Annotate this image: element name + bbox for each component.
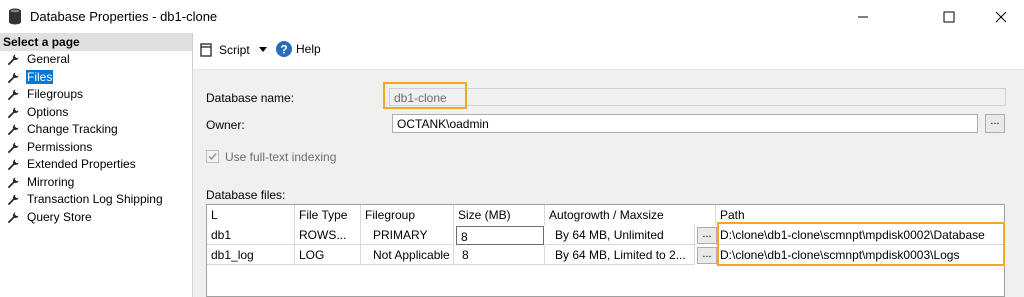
files-page: Database name: db1-clone Owner: OCTANK\o…: [193, 70, 1024, 297]
database-name-label: Database name:: [206, 91, 295, 105]
sidebar-item-label: Query Store: [27, 209, 92, 224]
owner-value: OCTANK\oadmin: [397, 117, 489, 131]
help-label: Help: [296, 42, 321, 56]
sidebar-item-label: Mirroring: [27, 174, 75, 189]
sidebar-item-general[interactable]: General: [0, 51, 192, 69]
cell-size[interactable]: 8: [456, 226, 544, 245]
owner-label: Owner:: [206, 118, 245, 132]
sidebar-item-label: Change Tracking: [27, 122, 118, 136]
wrench-icon: [7, 194, 19, 206]
owner-input[interactable]: OCTANK\oadmin: [392, 114, 978, 133]
wrench-icon: [7, 142, 19, 153]
sidebar-item-change-tracking[interactable]: Change Tracking: [0, 121, 192, 139]
maximize-icon: [943, 11, 955, 23]
sidebar-item-mirroring[interactable]: Mirroring: [0, 174, 192, 192]
cell-size[interactable]: 8: [454, 245, 545, 265]
sidebar-item-permissions[interactable]: Permissions: [0, 139, 192, 157]
owner-browse-button[interactable]: ...: [985, 114, 1005, 133]
cell-filegroup[interactable]: Not Applicable: [361, 245, 454, 265]
close-button[interactable]: [978, 0, 1024, 33]
autogrowth-browse-button[interactable]: ...: [697, 247, 717, 264]
page-selector: Select a page General Files Filegroups Opti…: [0, 33, 193, 297]
database-name-highlight: [383, 82, 467, 109]
wrench-icon: [7, 212, 19, 223]
cell-autogrowth: By 64 MB, Unlimited: [545, 225, 695, 245]
cell-name[interactable]: db1_log: [207, 245, 295, 265]
database-files-grid: L File Type Filegroup Size (MB) Autogrow…: [206, 204, 1005, 297]
sidebar-item-label: Filegroups: [27, 87, 84, 101]
cell-file-type: LOG: [295, 245, 361, 265]
svg-text:?: ?: [280, 43, 287, 57]
autogrowth-browse-button[interactable]: ...: [697, 227, 717, 244]
cell-filegroup[interactable]: PRIMARY: [361, 225, 454, 245]
sidebar-item-filegroups[interactable]: Filegroups: [0, 86, 192, 104]
sidebar-item-options[interactable]: Options: [0, 104, 192, 122]
sidebar-item-label: General: [27, 52, 70, 66]
sidebar-item-files[interactable]: Files: [0, 69, 192, 87]
wrench-icon: [7, 159, 19, 171]
database-files-label: Database files:: [206, 188, 286, 202]
wrench-icon: [7, 177, 19, 188]
title-bar: Database Properties - db1-clone: [0, 0, 1024, 33]
column-header-filegroup[interactable]: Filegroup: [361, 205, 454, 225]
wrench-icon: [7, 54, 19, 66]
sidebar-item-transaction-log-shipping[interactable]: Transaction Log Shipping: [0, 191, 192, 209]
column-header-name[interactable]: L: [207, 205, 295, 225]
sidebar-item-label: Extended Properties: [27, 157, 136, 171]
minimize-icon: [858, 16, 868, 18]
cell-file-type: ROWS...: [295, 225, 361, 245]
minimize-button[interactable]: [840, 0, 886, 33]
column-header-autogrowth[interactable]: Autogrowth / Maxsize: [545, 205, 716, 225]
sidebar-item-label: Options: [27, 104, 69, 119]
script-button[interactable]: Script: [200, 42, 267, 58]
sidebar-item-query-store[interactable]: Query Store: [0, 209, 192, 227]
page-selector-header: Select a page: [0, 33, 192, 51]
sidebar-item-label: Transaction Log Shipping: [27, 192, 163, 206]
cell-autogrowth: By 64 MB, Limited to 2...: [545, 245, 695, 265]
toolbar: Script ? Help: [193, 33, 1024, 69]
wrench-icon: [7, 72, 19, 83]
column-header-size[interactable]: Size (MB): [454, 205, 545, 225]
script-icon: [200, 43, 212, 57]
close-icon: [995, 11, 1007, 23]
fulltext-label: Use full-text indexing: [225, 150, 337, 164]
checkmark-icon: [208, 152, 217, 161]
database-icon: [9, 8, 21, 25]
script-label: Script: [219, 43, 250, 57]
sidebar-item-label: Files: [26, 69, 54, 84]
wrench-icon: [7, 107, 19, 118]
fulltext-checkbox[interactable]: [206, 150, 219, 163]
window-title: Database Properties - db1-clone: [30, 9, 218, 24]
chevron-down-icon[interactable]: [258, 47, 267, 53]
wrench-icon: [7, 124, 19, 136]
sidebar-item-extended-properties[interactable]: Extended Properties: [0, 156, 192, 174]
maximize-button[interactable]: [926, 0, 972, 33]
sidebar-item-label: Permissions: [27, 139, 93, 154]
cell-name[interactable]: db1: [207, 225, 295, 245]
wrench-icon: [7, 89, 19, 101]
column-header-file-type[interactable]: File Type: [295, 205, 361, 225]
database-name-input[interactable]: db1-clone: [389, 88, 1006, 106]
help-button[interactable]: ? Help: [276, 41, 321, 57]
help-icon: ?: [276, 41, 292, 57]
path-highlight: [717, 222, 1005, 266]
